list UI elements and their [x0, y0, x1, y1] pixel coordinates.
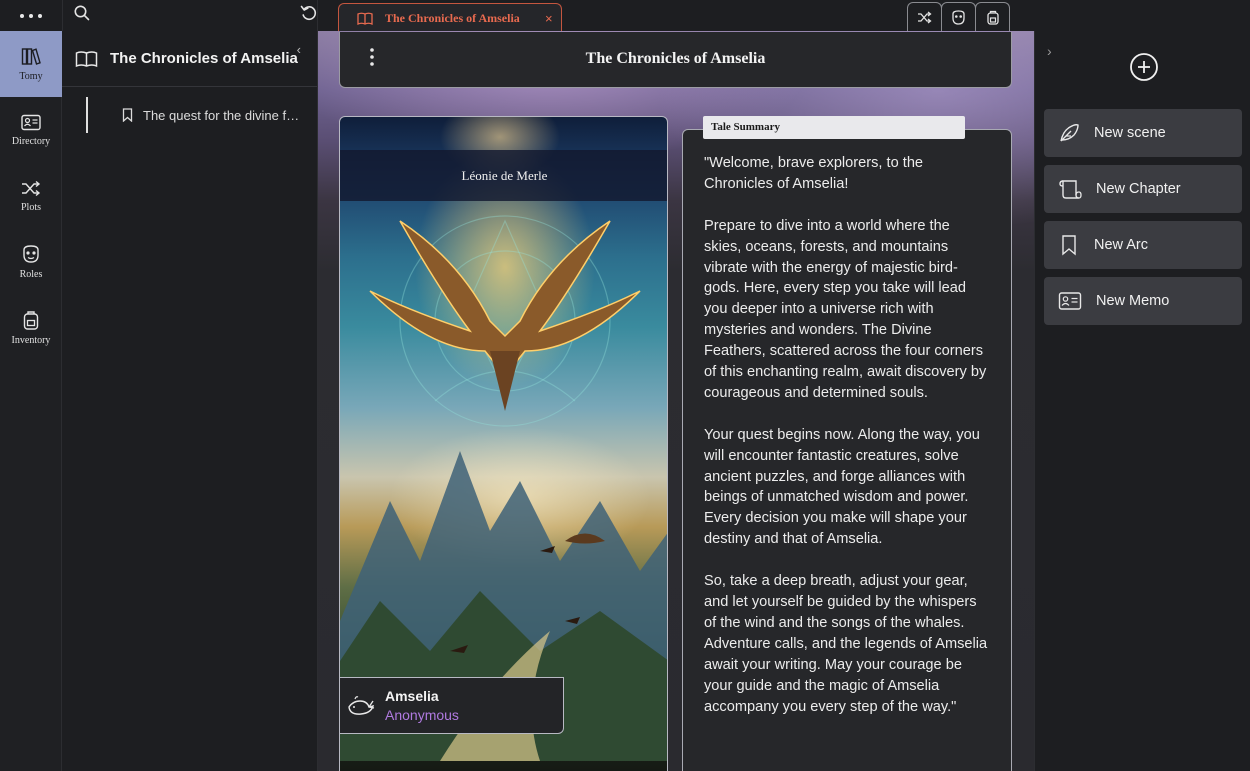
button-label: New Chapter — [1096, 181, 1181, 197]
document-title: The Chronicles of Amselia — [585, 50, 766, 67]
rail-item-directory[interactable]: Directory — [0, 97, 62, 163]
explorer-item[interactable]: The quest for the divine feathers — [86, 97, 303, 133]
close-icon[interactable]: × — [545, 11, 553, 26]
expand-chevron-icon[interactable]: › — [1047, 43, 1052, 59]
scroll-icon — [1058, 179, 1082, 199]
tool-tabs — [907, 2, 1010, 31]
open-book-icon — [75, 50, 98, 68]
rail-label: Inventory — [11, 335, 51, 346]
collapse-icon[interactable]: ‹ — [297, 42, 301, 57]
add-icon[interactable] — [1129, 52, 1159, 82]
author-name: Léonie de Merle — [461, 167, 548, 183]
backpack-icon[interactable] — [975, 2, 1010, 31]
new-chapter-button[interactable]: New Chapter — [1044, 165, 1242, 213]
summary-paragraph: "Welcome, brave explorers, to the Chroni… — [704, 155, 924, 192]
summary-paragraph: Prepare to dive into a world where the s… — [704, 217, 987, 401]
more-options-icon[interactable] — [0, 0, 62, 31]
tree-indent-line — [86, 97, 88, 133]
rail-label: Roles — [19, 269, 43, 280]
bookmark-icon — [122, 108, 133, 122]
main-area: The Chronicles of Amselia Léonie de Merl… — [318, 31, 1034, 771]
mask-icon[interactable] — [941, 2, 976, 31]
undo-icon[interactable] — [299, 3, 319, 23]
button-label: New Arc — [1094, 237, 1148, 253]
new-scene-button[interactable]: New scene — [1044, 109, 1242, 157]
summary-label: Tale Summary — [703, 116, 965, 139]
contact-card-icon — [21, 114, 41, 131]
explorer-title: The Chronicles of Amselia — [110, 50, 298, 67]
tab-title: The Chronicles of Amselia — [385, 10, 520, 25]
rail-item-roles[interactable]: Roles — [0, 229, 62, 295]
memo-card-icon — [1058, 291, 1082, 311]
top-bar: The Chronicles of Amselia × — [0, 0, 1250, 32]
explorer-panel: The Chronicles of Amselia ‹ The quest fo… — [62, 31, 318, 771]
mask-icon — [21, 244, 41, 264]
world-owner: Anonymous — [385, 707, 459, 723]
explorer-item-label: The quest for the divine feathers — [143, 107, 303, 123]
left-rail: Tomy Directory Plots Roles Inventory — [0, 31, 62, 771]
summary-box[interactable]: "Welcome, brave explorers, to the Chroni… — [682, 129, 1012, 771]
summary-paragraph: Your quest begins now. Along the way, yo… — [704, 426, 980, 548]
backpack-icon — [22, 310, 40, 330]
rail-item-tomy[interactable]: Tomy — [0, 31, 62, 97]
rail-label: Tomy — [19, 70, 43, 82]
actions-panel: › New scene New Chapter New Arc New Memo — [1034, 31, 1250, 771]
rail-item-plots[interactable]: Plots — [0, 163, 62, 229]
new-memo-button[interactable]: New Memo — [1044, 277, 1242, 325]
world-badge[interactable]: Amselia Anonymous — [340, 677, 564, 734]
document-header: The Chronicles of Amselia — [339, 32, 1012, 88]
feather-icon — [1058, 122, 1080, 144]
rail-label: Plots — [20, 201, 41, 213]
bookmark-icon — [1058, 234, 1080, 256]
whale-icon — [347, 695, 375, 717]
explorer-toolbar — [62, 0, 366, 31]
author-band: Léonie de Merle — [340, 150, 667, 201]
tab-chronicles[interactable]: The Chronicles of Amselia × — [338, 3, 562, 32]
rail-item-inventory[interactable]: Inventory — [0, 295, 62, 361]
button-label: New Memo — [1096, 293, 1170, 309]
rail-label: Directory — [11, 135, 51, 147]
shuffle-icon[interactable] — [907, 2, 942, 31]
cover-card[interactable]: Léonie de Merle Amselia Anonymous — [339, 116, 668, 771]
world-name: Amselia — [385, 688, 439, 704]
search-icon[interactable] — [73, 4, 91, 22]
summary-paragraph: So, take a deep breath, adjust your gear… — [704, 573, 988, 715]
new-arc-button[interactable]: New Arc — [1044, 221, 1242, 269]
button-label: New scene — [1094, 125, 1166, 141]
book-icon — [357, 12, 373, 25]
explorer-header: The Chronicles of Amselia ‹ — [62, 31, 317, 87]
books-icon — [21, 47, 41, 66]
shuffle-icon — [21, 180, 41, 197]
